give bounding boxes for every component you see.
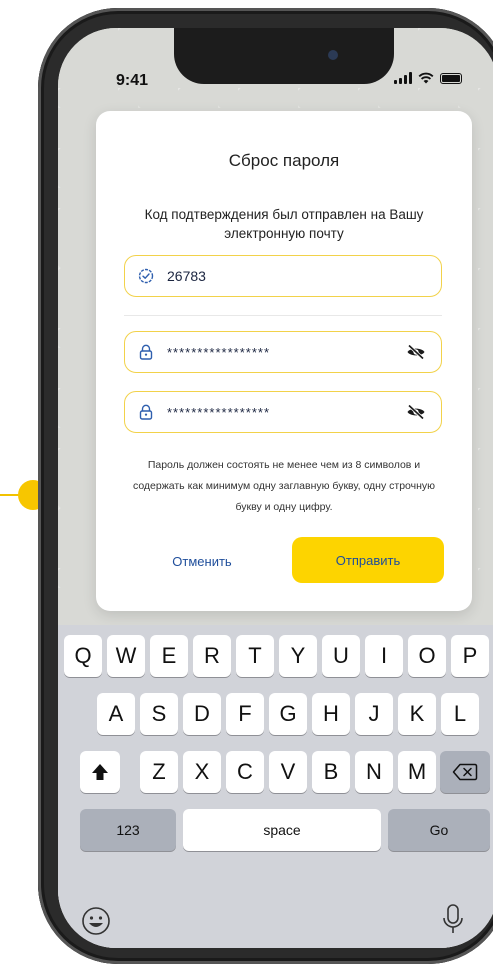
confirm-password-value: ***************** (167, 404, 271, 420)
status-icons (394, 72, 462, 84)
emoji-icon[interactable] (80, 905, 112, 937)
eye-off-icon[interactable] (405, 401, 427, 423)
key-e[interactable]: E (150, 635, 188, 677)
numbers-key[interactable]: 123 (80, 809, 176, 851)
key-h[interactable]: H (312, 693, 350, 735)
key-g[interactable]: G (269, 693, 307, 735)
lock-icon (137, 343, 155, 361)
microphone-icon[interactable] (442, 903, 464, 937)
backspace-key[interactable] (440, 751, 490, 793)
key-i[interactable]: I (365, 635, 403, 677)
battery-icon (440, 72, 462, 84)
new-password-field[interactable]: ***************** (124, 331, 442, 373)
password-hint: Пароль должен состоять не менее чем из 8… (132, 459, 436, 513)
key-s[interactable]: S (140, 693, 178, 735)
eye-off-icon[interactable] (405, 341, 427, 363)
dialog-title: Сброс пароля (228, 151, 340, 170)
dialog-message: Код подтверждения был отправлен на Вашу … (144, 207, 424, 241)
key-j[interactable]: J (355, 693, 393, 735)
check-badge-icon (137, 267, 155, 285)
key-t[interactable]: T (236, 635, 274, 677)
keyboard: Q W E R T Y U I O P A S D F G H J K L Z … (58, 625, 493, 948)
key-u[interactable]: U (322, 635, 360, 677)
divider (124, 315, 442, 316)
key-c[interactable]: C (226, 751, 264, 793)
key-n[interactable]: N (355, 751, 393, 793)
key-v[interactable]: V (269, 751, 307, 793)
key-o[interactable]: O (408, 635, 446, 677)
key-k[interactable]: K (398, 693, 436, 735)
notch (174, 28, 394, 84)
confirm-password-field[interactable]: ***************** (124, 391, 442, 433)
verification-code-value: 26783 (167, 268, 206, 284)
space-key[interactable]: space (183, 809, 381, 851)
verification-code-field[interactable]: 26783 (124, 255, 442, 297)
key-a[interactable]: A (97, 693, 135, 735)
submit-button[interactable]: Отправить (292, 537, 444, 583)
key-y[interactable]: Y (279, 635, 317, 677)
key-r[interactable]: R (193, 635, 231, 677)
status-time: 9:41 (116, 72, 149, 89)
lock-icon (137, 403, 155, 421)
shift-key[interactable] (80, 751, 120, 793)
key-x[interactable]: X (183, 751, 221, 793)
key-l[interactable]: L (441, 693, 479, 735)
cancel-button[interactable]: Отменить (136, 539, 268, 583)
key-m[interactable]: M (398, 751, 436, 793)
backspace-icon (452, 763, 478, 781)
go-key[interactable]: Go (388, 809, 490, 851)
shift-icon (92, 764, 108, 780)
new-password-value: ***************** (167, 344, 271, 360)
key-f[interactable]: F (226, 693, 264, 735)
camera (328, 50, 338, 60)
key-b[interactable]: B (312, 751, 350, 793)
reset-password-dialog: Сброс пароля Код подтверждения был отпра… (96, 111, 472, 611)
key-q[interactable]: Q (64, 635, 102, 677)
phone-screen: 9:41 Сброс пароля Код подтверждения был … (58, 28, 493, 948)
wifi-icon (418, 72, 434, 84)
key-d[interactable]: D (183, 693, 221, 735)
key-w[interactable]: W (107, 635, 145, 677)
signal-icon (394, 72, 412, 84)
key-z[interactable]: Z (140, 751, 178, 793)
key-p[interactable]: P (451, 635, 489, 677)
